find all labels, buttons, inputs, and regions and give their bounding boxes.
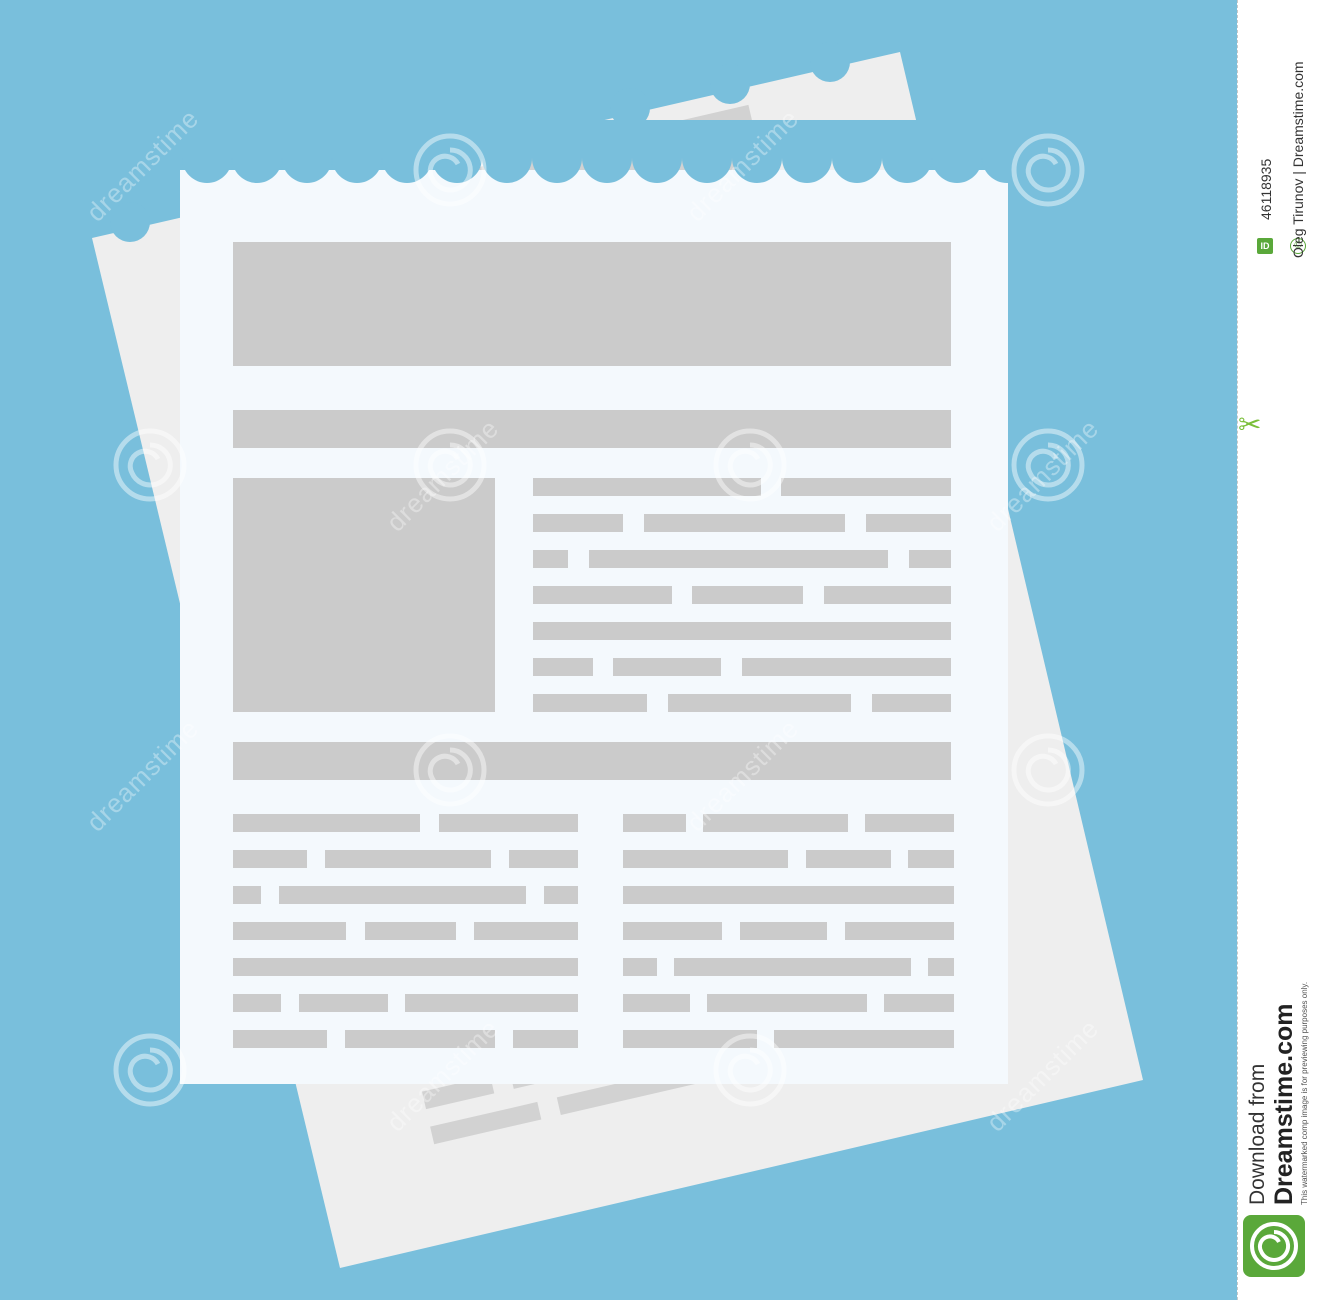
front-newspaper-sheet	[170, 120, 1032, 1084]
section-heading-bar	[233, 742, 951, 780]
brand-name: Dreamstime.com	[1270, 1003, 1298, 1205]
image-id: 46118935	[1258, 158, 1274, 220]
torn-scalloped-top-edge	[170, 120, 1032, 183]
dreamstime-swirl-logo-icon	[1243, 1215, 1305, 1277]
photo-placeholder	[233, 478, 495, 712]
author-credit: Oleg Tirunov | Dreamstime.com	[1290, 61, 1306, 258]
newspaper-illustration	[0, 0, 1237, 1300]
scissors-icon: ✂	[1238, 409, 1262, 440]
id-badge: ID	[1257, 238, 1273, 254]
download-from-label: Download from	[1246, 1063, 1269, 1205]
headline-block	[233, 242, 951, 366]
subheadline-bar	[233, 410, 951, 448]
preview-disclaimer: This watermarked comp image is for previ…	[1300, 981, 1309, 1205]
